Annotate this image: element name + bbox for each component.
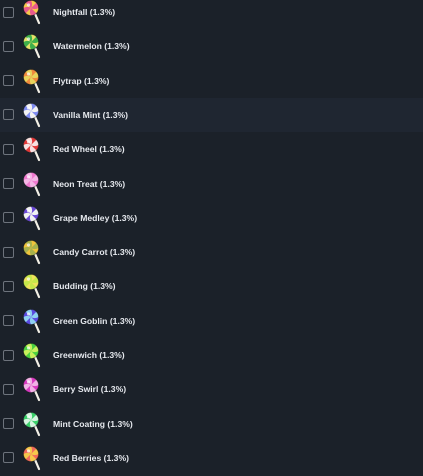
lollipop-icon <box>23 343 41 368</box>
item-label: Budding (1.3%) <box>53 281 116 292</box>
item-label: Candy Carrot (1.3%) <box>53 247 136 258</box>
list-item[interactable]: Mint Coating (1.3%) <box>0 407 423 441</box>
lollipop-icon <box>23 205 41 230</box>
item-checkbox[interactable] <box>3 452 14 464</box>
item-checkbox[interactable] <box>3 75 14 87</box>
item-label: Berry Swirl (1.3%) <box>53 384 127 395</box>
item-label: Flytrap (1.3%) <box>53 75 110 86</box>
item-label: Watermelon (1.3%) <box>53 41 130 52</box>
item-label: Mint Coating (1.3%) <box>53 418 133 429</box>
item-checkbox[interactable] <box>3 109 14 121</box>
lollipop-icon <box>23 445 41 470</box>
list-item[interactable]: Greenwich (1.3%) <box>0 338 423 372</box>
lollipop-icon <box>23 411 41 436</box>
item-label: Nightfall (1.3%) <box>53 7 116 17</box>
pattern-list: Nightfall (1.3%) Watermelon (1.3%) Flytrap… <box>0 0 423 476</box>
lollipop-icon <box>23 137 41 162</box>
item-checkbox[interactable] <box>3 280 14 292</box>
item-checkbox[interactable] <box>3 315 14 327</box>
lollipop-icon <box>23 171 41 196</box>
list-item[interactable]: Vanilla Mint (1.3%) <box>0 97 423 132</box>
lollipop-icon <box>23 308 41 333</box>
item-checkbox[interactable] <box>3 178 14 189</box>
item-checkbox[interactable] <box>3 418 14 430</box>
lollipop-icon <box>23 102 41 127</box>
list-item[interactable]: Nightfall (1.3%) <box>0 0 423 29</box>
item-checkbox[interactable] <box>3 6 14 18</box>
item-label: Green Goblin (1.3%) <box>53 315 136 326</box>
item-label: Neon Treat (1.3%) <box>53 178 126 189</box>
item-checkbox[interactable] <box>3 246 14 258</box>
item-label: Red Berries (1.3%) <box>53 452 129 463</box>
lollipop-icon <box>23 34 41 59</box>
item-checkbox[interactable] <box>3 212 14 224</box>
lollipop-icon <box>23 68 41 93</box>
list-item[interactable]: Budding (1.3%) <box>0 269 423 303</box>
list-item[interactable]: Candy Carrot (1.3%) <box>0 235 423 269</box>
item-checkbox[interactable] <box>3 383 14 395</box>
list-item[interactable]: Red Berries (1.3%) <box>0 441 423 475</box>
list-item[interactable]: Watermelon (1.3%) <box>0 29 423 63</box>
lollipop-icon <box>23 274 41 299</box>
list-item[interactable]: Red Wheel (1.3%) <box>0 132 423 166</box>
list-item[interactable]: Berry Swirl (1.3%) <box>0 372 423 406</box>
item-checkbox[interactable] <box>3 349 14 361</box>
lollipop-icon <box>23 0 41 25</box>
item-label: Greenwich (1.3%) <box>53 350 125 360</box>
list-item[interactable]: Grape Medley (1.3%) <box>0 201 423 235</box>
lollipop-icon <box>23 240 41 265</box>
list-item[interactable]: Flytrap (1.3%) <box>0 64 423 98</box>
item-label: Red Wheel (1.3%) <box>53 144 125 155</box>
lollipop-icon <box>23 377 41 402</box>
item-checkbox[interactable] <box>3 143 14 155</box>
list-item[interactable]: Neon Treat (1.3%) <box>0 167 423 201</box>
item-label: Vanilla Mint (1.3%) <box>53 109 128 120</box>
item-checkbox[interactable] <box>3 40 14 52</box>
item-label: Grape Medley (1.3%) <box>53 212 138 223</box>
list-item[interactable]: Green Goblin (1.3%) <box>0 304 423 338</box>
